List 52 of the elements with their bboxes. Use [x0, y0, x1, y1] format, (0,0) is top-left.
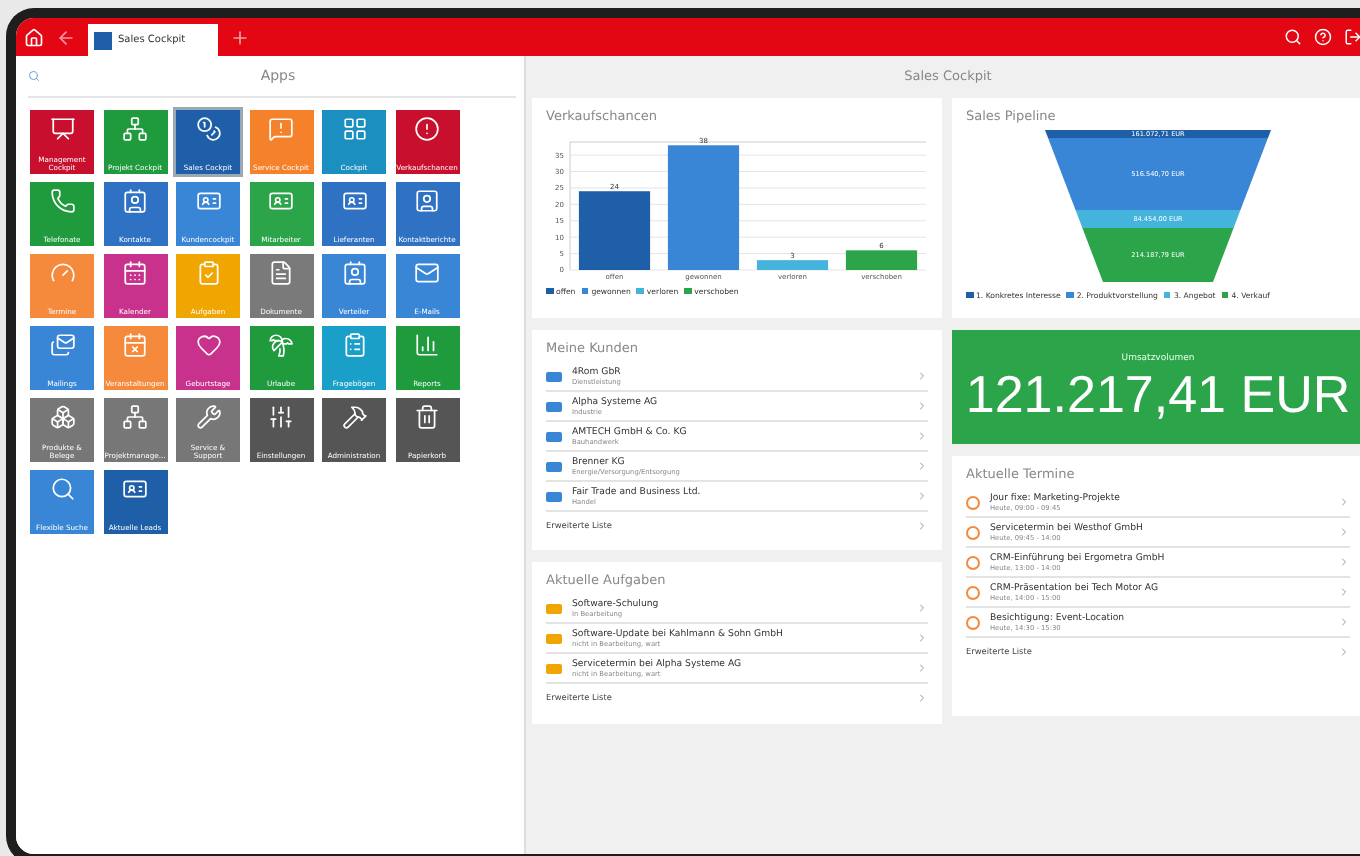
revenue-value: 121.217,41 EUR: [965, 368, 1351, 420]
chevron-icon: [1338, 586, 1350, 598]
gauge-icon: [49, 260, 75, 286]
checklist-icon: [341, 332, 367, 358]
bar: [845, 250, 918, 270]
bar-chart-icon: [414, 332, 440, 358]
document-icon: [268, 260, 294, 286]
chevron-icon: [916, 602, 928, 614]
bar: [756, 260, 829, 270]
chevron-icon: [1338, 496, 1350, 508]
mail-icon: [414, 260, 440, 286]
chevron-icon: [916, 370, 928, 382]
heart-icon: [195, 332, 221, 358]
chevron-icon: [916, 519, 928, 531]
chevron-icon: [916, 490, 928, 502]
chevron-icon: [916, 460, 928, 472]
id-card-icon: [268, 188, 294, 214]
search-icon: [49, 476, 75, 502]
clipboard-check-icon: [195, 260, 221, 286]
chevron-icon: [916, 662, 928, 674]
user-document-icon: [414, 188, 440, 214]
hierarchy-icon: [122, 116, 148, 142]
chevron-icon: [916, 400, 928, 412]
trash-icon: [414, 404, 440, 430]
presentation-icon: [49, 116, 75, 142]
app-icon: [94, 31, 112, 49]
coins-icon: [195, 116, 221, 142]
grid-icon: [341, 116, 367, 142]
phone-icon: [49, 188, 75, 214]
sliders-icon: [268, 404, 294, 430]
chevron-icon: [916, 430, 928, 442]
alert-circle-icon: [414, 116, 440, 142]
chevron-icon: [916, 691, 928, 703]
speech-alert-icon: [268, 116, 294, 142]
bar: [667, 145, 740, 270]
chevron-icon: [1338, 556, 1350, 568]
palm-tree-icon: [268, 332, 294, 358]
id-card-icon: [195, 188, 221, 214]
id-card-icon: [341, 188, 367, 214]
mails-icon: [49, 332, 75, 358]
hammer-icon: [341, 404, 367, 430]
id-card-icon: [122, 476, 148, 502]
chevron-icon: [1338, 616, 1350, 628]
calendar-x-icon: [122, 332, 148, 358]
bar: [578, 191, 651, 270]
boxes-icon: [49, 404, 75, 430]
chevron-icon: [916, 632, 928, 644]
hierarchy-icon: [122, 404, 148, 430]
wrench-icon: [195, 404, 221, 430]
calendar-icon: [122, 260, 148, 286]
chevron-icon: [1338, 526, 1350, 538]
chevron-icon: [1338, 645, 1350, 657]
